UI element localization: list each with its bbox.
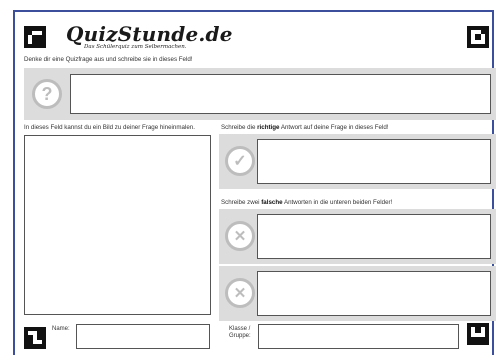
- checkmark-icon: ✓: [225, 146, 255, 176]
- wrong-answer-1-field[interactable]: [257, 214, 491, 259]
- class-group-label: Klasse / Gruppe:: [229, 326, 251, 339]
- image-drawing-area[interactable]: [24, 135, 211, 315]
- name-field[interactable]: [76, 324, 210, 349]
- site-tagline: Das Schülerquiz zum Selbermachen.: [84, 44, 187, 50]
- corner-marker-top-left: [24, 26, 46, 48]
- question-input-field[interactable]: [70, 74, 491, 114]
- class-group-field[interactable]: [258, 324, 459, 349]
- wrong-answers-instruction: Schreibe zwei falsche Antworten in die u…: [221, 199, 393, 206]
- cross-icon: ✕: [225, 221, 255, 251]
- corner-marker-bottom-right: [467, 323, 489, 345]
- wrong-answer-2-panel: ✕: [219, 266, 496, 321]
- wrong-answer-1-panel: ✕: [219, 209, 496, 264]
- correct-answer-instruction: Schreibe die richtige Antwort auf deine …: [221, 124, 389, 131]
- question-panel: ?: [24, 68, 496, 120]
- question-instruction: Denke dir eine Quizfrage aus und schreib…: [24, 56, 193, 63]
- corner-marker-top-right: [467, 26, 489, 48]
- corner-marker-bottom-left: [24, 327, 46, 349]
- site-logo: QuizStunde.de: [66, 22, 233, 46]
- cross-icon: ✕: [225, 278, 255, 308]
- wrong-answer-2-field[interactable]: [257, 271, 491, 316]
- image-area-instruction: In dieses Feld kannst du ein Bild zu dei…: [24, 124, 195, 131]
- correct-answer-field[interactable]: [257, 139, 491, 184]
- name-label: Name:: [52, 326, 70, 332]
- question-mark-icon: ?: [32, 79, 62, 109]
- correct-answer-panel: ✓: [219, 134, 496, 189]
